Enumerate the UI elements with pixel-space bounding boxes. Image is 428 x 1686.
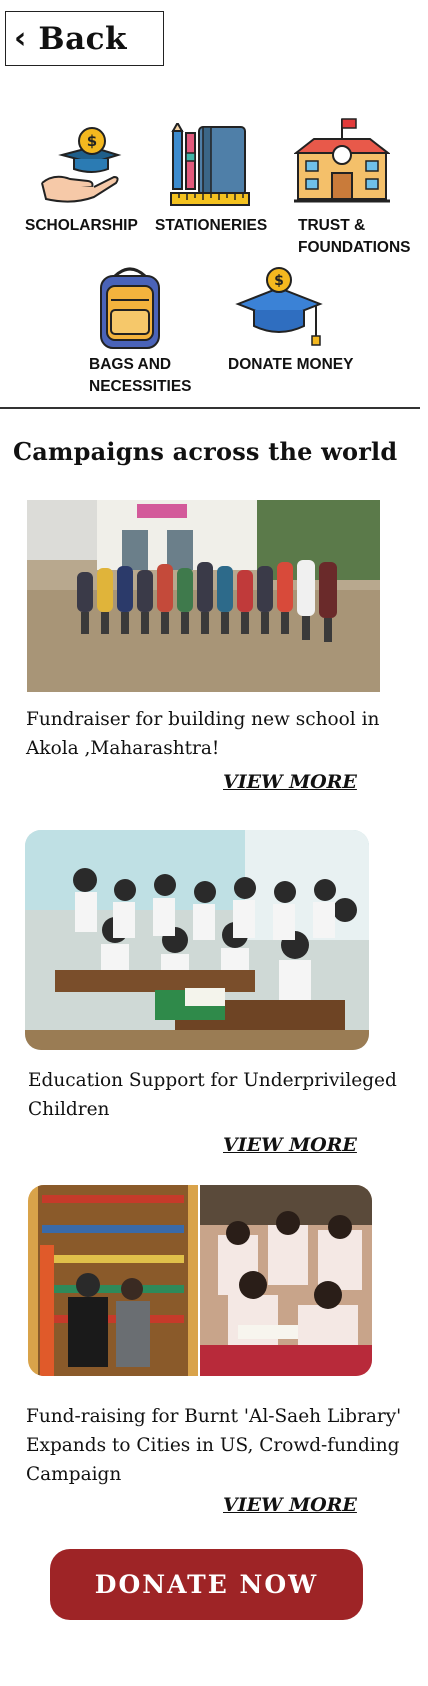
campaign-title: Akola ,Maharashtra! xyxy=(26,738,220,759)
backpack-icon xyxy=(100,267,160,349)
divider xyxy=(0,407,420,409)
school-building-icon xyxy=(294,118,390,203)
category-bags-necessities[interactable]: BAGS AND NECESSITIES xyxy=(85,262,215,402)
category-label: DONATE MONEY xyxy=(228,356,354,373)
donate-now-button[interactable]: DONATE NOW xyxy=(50,1549,363,1620)
category-label: SCHOLARSHIP xyxy=(25,217,138,234)
campaign-title: Children xyxy=(28,1099,110,1120)
category-scholarship[interactable]: $ SCHOLARSHIP xyxy=(20,115,160,245)
category-label: NECESSITIES xyxy=(89,378,192,395)
campaign-title: Fund-raising for Burnt 'Al-Saeh Library' xyxy=(26,1406,402,1427)
category-trust-foundations[interactable]: TRUST & FOUNDATIONS xyxy=(288,115,418,265)
section-title: Campaigns across the world xyxy=(13,437,398,466)
category-label: FOUNDATIONS xyxy=(298,239,411,256)
students-in-classroom-photo xyxy=(25,830,369,1050)
category-donate-money[interactable]: $ DONATE MONEY xyxy=(228,262,370,373)
group-of-children-outside-school-photo xyxy=(27,500,380,692)
campaign-title: Campaign xyxy=(26,1464,122,1485)
stationery-icon xyxy=(170,123,250,206)
campaign-title: Education Support for Underprivileged xyxy=(28,1070,397,1091)
campaign-image[interactable] xyxy=(28,1185,372,1376)
category-stationeries[interactable]: STATIONERIES xyxy=(155,115,285,245)
campaign-title: Expands to Cities in US, Crowd-funding xyxy=(26,1435,400,1456)
campaign-image[interactable] xyxy=(25,830,369,1050)
chevron-left-icon: ‹ xyxy=(14,20,27,56)
category-label: BAGS AND xyxy=(89,356,172,373)
back-label: Back xyxy=(38,20,128,57)
campaign-image[interactable] xyxy=(27,500,380,692)
view-more-link[interactable]: VIEW MORE xyxy=(223,771,357,793)
category-label: TRUST & xyxy=(298,217,366,234)
graduation-cap-coin-icon: $ xyxy=(235,267,323,346)
view-more-link[interactable]: VIEW MORE xyxy=(223,1494,357,1516)
svg-text:$: $ xyxy=(87,132,97,150)
scholarship-hand-icon: $ xyxy=(41,127,122,203)
campaign-title: Fundraiser for building new school in xyxy=(26,709,380,730)
back-button[interactable]: ‹ Back xyxy=(5,11,164,66)
view-more-link[interactable]: VIEW MORE xyxy=(223,1134,357,1156)
library-and-children-collage-photo xyxy=(28,1185,372,1376)
svg-text:$: $ xyxy=(274,273,284,289)
category-label: STATIONERIES xyxy=(155,217,268,234)
